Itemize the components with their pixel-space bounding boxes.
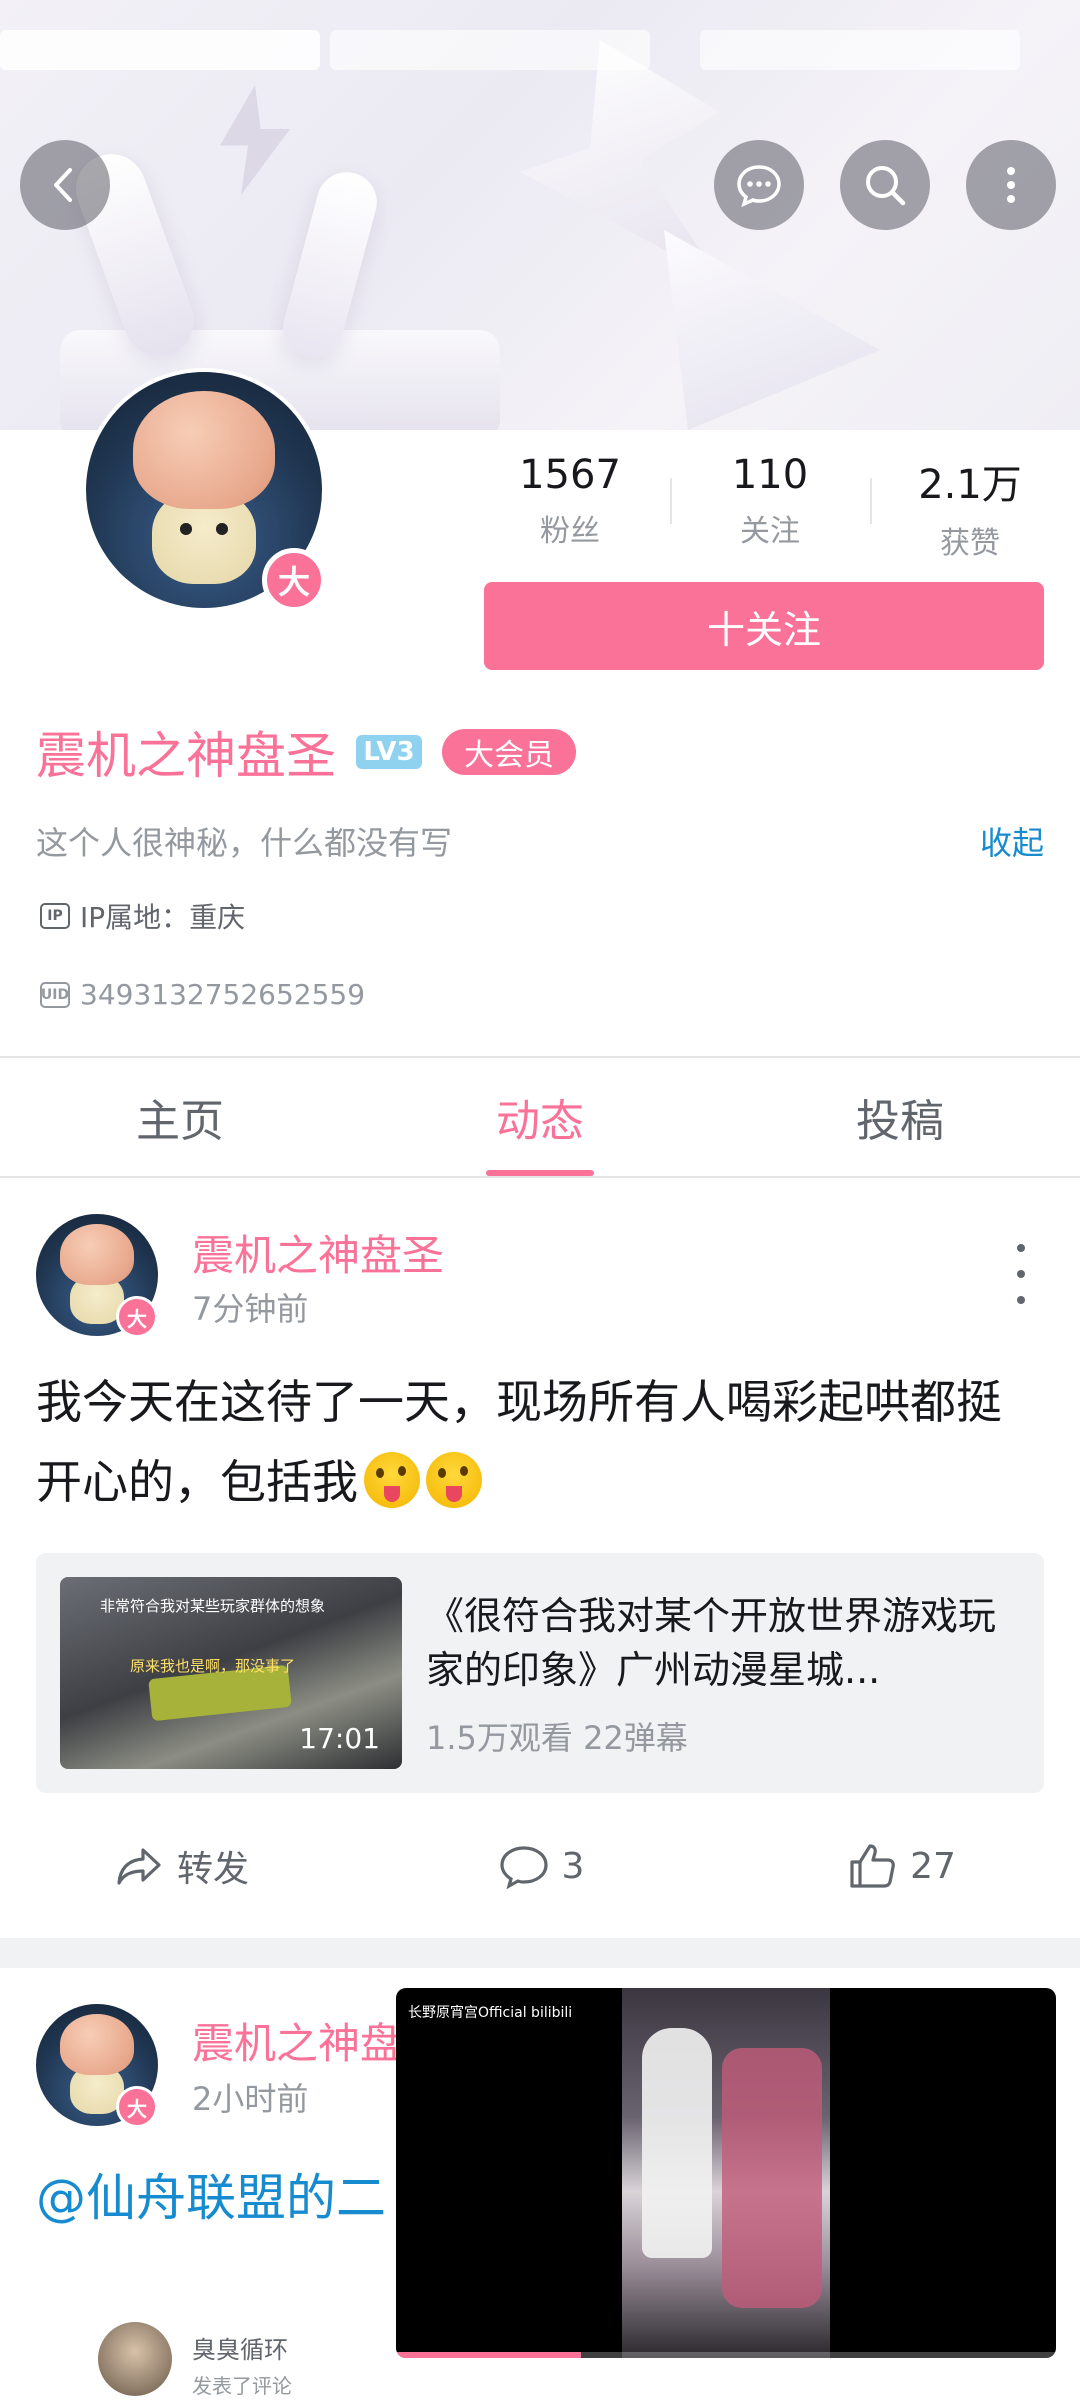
video-title: 《很符合我对某个开放世界游戏玩家的印象》广州动漫星城...	[426, 1594, 997, 1692]
share-icon	[117, 1848, 161, 1885]
comment-sub: 发表了评论	[192, 2374, 292, 2398]
vip-badge: 大	[262, 548, 326, 612]
follow-button[interactable]: 十关注	[484, 582, 1044, 670]
comment-icon	[499, 1846, 548, 1890]
more-icon	[1007, 167, 1015, 203]
message-button[interactable]	[714, 140, 804, 230]
player-progress-fill	[396, 2352, 581, 2358]
tongue-emoji-icon	[364, 1452, 420, 1508]
comment-user-avatar[interactable]	[98, 2322, 172, 2396]
post-vip-badge: 大	[116, 1296, 158, 1338]
video-thumbnail: 非常符合我对某些玩家群体的想象 原来我也是啊，那没事了 17:01	[60, 1577, 402, 1769]
uid-line[interactable]: UID 3493132752652559	[40, 978, 365, 1011]
video-stats: 1.5万观看 22弹幕	[426, 1719, 688, 1757]
collapse-button[interactable]: 收起	[980, 818, 1044, 864]
name-row: 震机之神盘圣 LV3 大会员	[36, 716, 576, 788]
comment-button[interactable]: 3	[360, 1826, 720, 1906]
stat-following[interactable]: 110 关注	[670, 452, 870, 562]
tab-home[interactable]: 主页	[0, 1058, 360, 1176]
player-watermark: 长野原宵宫Official bilibili	[408, 2005, 573, 2021]
post-time: 2小时前	[192, 2080, 309, 2118]
back-button[interactable]	[20, 140, 110, 230]
post-author[interactable]: 震机之神盘圣	[192, 1222, 444, 1283]
status-bar	[0, 20, 1080, 80]
post-mention-link[interactable]: @仙舟联盟的二	[36, 2158, 386, 2230]
tab-dynamics[interactable]: 动态	[360, 1058, 720, 1176]
profile-name: 震机之神盘圣	[36, 727, 336, 785]
divider	[0, 1176, 1080, 1178]
uid-icon: UID	[40, 981, 70, 1008]
profile-tabs: 主页 动态 投稿	[0, 1058, 1080, 1176]
like-button[interactable]: 27	[720, 1826, 1080, 1906]
big-vip-badge[interactable]: 大会员	[442, 729, 576, 775]
back-icon	[54, 168, 72, 202]
level-badge: LV3	[356, 735, 422, 769]
like-icon	[850, 1844, 895, 1888]
video-duration: 17:01	[299, 1722, 380, 1755]
share-button[interactable]: 转发	[0, 1826, 360, 1906]
player-progress-bar[interactable]	[396, 2352, 1056, 2358]
mini-player[interactable]: 长野原宵宫Official bilibili	[396, 1988, 1056, 2358]
profile-bio: 这个人很神秘，什么都没有写	[36, 824, 453, 862]
search-icon	[866, 166, 906, 206]
post-vip-badge: 大	[116, 2086, 158, 2128]
post-more-icon[interactable]	[1006, 1244, 1036, 1304]
stat-likes: 2.1万 获赞	[870, 452, 1070, 562]
feed-separator	[0, 1938, 1080, 1968]
profile-stats: 1567 粉丝 110 关注 2.1万 获赞	[470, 452, 1070, 562]
post-actions: 转发 3 27	[0, 1826, 1080, 1906]
tongue-emoji-icon	[426, 1452, 482, 1508]
search-button[interactable]	[840, 140, 930, 230]
tab-uploads[interactable]: 投稿	[720, 1058, 1080, 1176]
post-text: 我今天在这待了一天，现场所有人喝彩起哄都挺开心的，包括我	[36, 1375, 1002, 1509]
message-icon	[737, 165, 781, 208]
stat-fans[interactable]: 1567 粉丝	[470, 452, 670, 562]
video-card[interactable]: 非常符合我对某些玩家群体的想象 原来我也是啊，那没事了 17:01 《很符合我对…	[36, 1553, 1044, 1793]
comment-user-name[interactable]: 臭臭循环	[192, 2330, 288, 2365]
post-time: 7分钟前	[192, 1290, 309, 1328]
player-video-frame	[622, 1988, 830, 2358]
ip-icon: IP	[40, 903, 70, 929]
more-button[interactable]	[966, 140, 1056, 230]
ip-location: IP IP属地：重庆	[40, 896, 245, 936]
